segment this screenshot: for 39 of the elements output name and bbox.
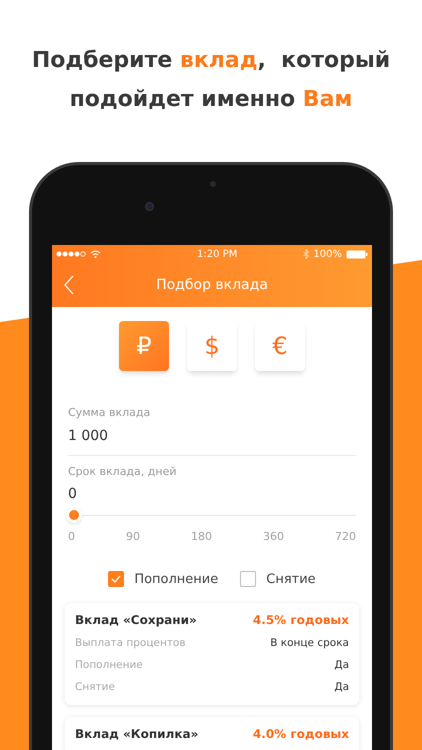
headline: Подберите вклад, который: [32, 47, 390, 75]
battery-icon: [346, 250, 368, 258]
checkbox[interactable]: [240, 571, 256, 588]
bluetooth-icon: [303, 249, 310, 259]
slider-track[interactable]: [68, 507, 356, 523]
deposit-rate: 4.0% годовых: [252, 726, 349, 743]
field-label: Срок вклада, дней: [68, 464, 178, 480]
checkbox-label: Снятие: [266, 570, 316, 588]
detail-label: Пополнение: [75, 658, 143, 674]
detail-value: Да: [334, 658, 349, 674]
deposit-rate: 4.5% годовых: [252, 612, 349, 629]
deposit-title: Вклад «Сохрани»: [75, 612, 197, 629]
screen-title: Подбор вклада: [156, 276, 268, 294]
front-camera: [145, 202, 154, 211]
headline: подойдет именно Вам: [70, 86, 352, 114]
term-field: 0: [68, 484, 356, 505]
detail-label: Выплата процентов: [75, 636, 186, 652]
detail-label: Снятие: [75, 680, 115, 696]
detail-value: В конце срока: [270, 636, 349, 652]
slider-thumb[interactable]: [66, 507, 82, 523]
tick-label: 360: [263, 529, 284, 545]
back-icon: [64, 275, 74, 295]
tick-label: 90: [126, 529, 140, 545]
amount-field[interactable]: 1 000: [68, 426, 356, 456]
deposit-title: Вклад «Копилка»: [75, 726, 198, 743]
signal-icon: [56, 251, 86, 257]
checkbox-label: Пополнение: [134, 570, 218, 588]
tick-label: 720: [335, 529, 356, 545]
wifi-icon: [90, 250, 101, 258]
deposit-card[interactable]: Вклад «Копилка» 4.0% годовых: [65, 717, 359, 750]
deposit-card[interactable]: Вклад «Сохрани» 4.5% годовых Выплата процентов В конце срока Пополнение Да Снятие Да: [65, 603, 359, 705]
battery-percent: 100%: [313, 248, 342, 262]
tick-label: 0: [68, 529, 75, 545]
detail-value: Да: [334, 680, 349, 696]
checkbox[interactable]: [108, 571, 124, 588]
status-time: 1:20 PM: [197, 248, 238, 262]
tick-label: 180: [191, 529, 212, 545]
check-icon: [111, 575, 122, 584]
field-label: Сумма вклада: [68, 405, 152, 421]
